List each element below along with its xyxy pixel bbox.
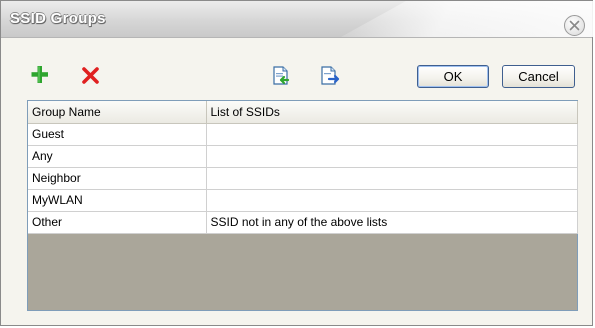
column-header-list-of-ssids[interactable]: List of SSIDs [206, 101, 578, 124]
x-icon [82, 67, 99, 84]
table-row[interactable]: Any [28, 145, 578, 168]
import-button[interactable] [270, 65, 292, 87]
group-name-cell[interactable]: Any [28, 145, 207, 168]
dialog-title: SSID Groups [10, 10, 106, 27]
plus-icon [31, 66, 48, 83]
table-row[interactable]: Guest [28, 123, 578, 146]
ssid-groups-table: Group Name List of SSIDs Guest Any Neigh… [27, 100, 578, 311]
ssid-list-cell[interactable]: SSID not in any of the above lists [206, 211, 578, 234]
table-row[interactable]: Neighbor [28, 167, 578, 190]
export-icon [321, 66, 340, 85]
close-icon [569, 20, 580, 31]
title-bar-highlight [341, 1, 595, 37]
add-group-button[interactable] [29, 64, 51, 86]
title-bar[interactable]: SSID Groups [1, 1, 595, 38]
ssid-groups-dialog: SSID Groups OK Cancel Group Name List of… [0, 0, 595, 326]
ssid-list-cell[interactable] [206, 145, 578, 168]
table-header-row: Group Name List of SSIDs [28, 101, 578, 124]
import-icon [273, 66, 290, 85]
group-name-cell[interactable]: MyWLAN [28, 189, 207, 212]
ssid-list-cell[interactable] [206, 167, 578, 190]
group-name-cell[interactable]: Neighbor [28, 167, 207, 190]
ok-button[interactable]: OK [417, 65, 489, 88]
group-name-cell[interactable]: Guest [28, 123, 207, 146]
close-button[interactable] [564, 15, 585, 36]
table-row[interactable]: Other SSID not in any of the above lists [28, 211, 578, 234]
export-button[interactable] [319, 65, 341, 87]
group-name-cell[interactable]: Other [28, 211, 207, 234]
column-header-group-name[interactable]: Group Name [28, 101, 207, 124]
cancel-button[interactable]: Cancel [502, 65, 575, 88]
delete-group-button[interactable] [80, 65, 102, 87]
ssid-list-cell[interactable] [206, 123, 578, 146]
table-row[interactable]: MyWLAN [28, 189, 578, 212]
ssid-list-cell[interactable] [206, 189, 578, 212]
